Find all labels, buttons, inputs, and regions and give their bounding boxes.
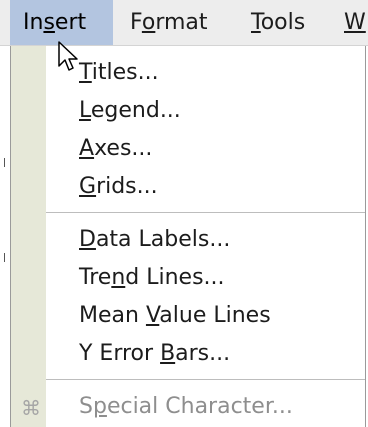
menu-insert-label-post: ert [54, 10, 87, 35]
menu-item-label-post: itles... [91, 60, 159, 85]
menu-format[interactable]: Format [130, 0, 208, 45]
menu-item-accelerator: p [92, 394, 107, 419]
menu-format-accelerator: o [141, 10, 156, 35]
stray-tick [4, 158, 5, 167]
menubar: Insert Format Tools W [0, 0, 368, 46]
menu-tools-accelerator: T [251, 10, 261, 35]
menu-item-label-post: ecial Character... [106, 394, 293, 419]
menu-icon-gutter [11, 46, 46, 427]
menu-insert-label-pre: In [23, 10, 44, 35]
menu-item-data-labels[interactable]: Data Labels... [46, 222, 365, 258]
menu-item-trend-lines[interactable]: Trend Lines... [46, 260, 365, 296]
menu-item-label-pre: Mean [79, 303, 146, 328]
menu-item-accelerator: A [79, 136, 95, 161]
stray-tick [4, 253, 5, 262]
menu-window[interactable]: W [344, 0, 366, 45]
menu-format-label-pre: F [130, 10, 142, 35]
menu-item-label-post: rids... [96, 174, 158, 199]
menu-item-legend[interactable]: Legend... [46, 93, 365, 129]
menu-item-label-post: egend... [90, 98, 181, 123]
menu-tools-label-post: ools [260, 10, 306, 35]
menu-item-accelerator: n [111, 265, 126, 290]
menu-item-label-post: ars... [175, 341, 231, 366]
menu-item-accelerator: T [79, 60, 92, 85]
menu-item-titles[interactable]: Titles... [46, 55, 365, 91]
menu-separator [46, 212, 365, 213]
menu-separator [46, 379, 365, 380]
menu-item-label-post: xes... [94, 136, 153, 161]
menu-item-accelerator: G [79, 174, 97, 199]
command-key-icon: ⌘ [21, 396, 41, 420]
menu-tools[interactable]: Tools [251, 0, 305, 45]
menu-item-y-error-bars[interactable]: Y Error Bars... [46, 336, 365, 372]
menu-item-accelerator: V [145, 303, 160, 328]
menu-item-label-post: alue Lines [159, 303, 271, 328]
insert-dropdown-menu: Titles... Legend... Axes... Grids... Dat… [10, 46, 366, 427]
menu-insert-accelerator: s [43, 10, 55, 35]
menu-item-label-pre: S [79, 394, 93, 419]
menu-format-label-post: rmat [155, 10, 208, 35]
menu-item-label-post: d Lines... [125, 265, 225, 290]
menu-item-special-character: Special Character... [46, 389, 365, 425]
menu-item-grids[interactable]: Grids... [46, 169, 365, 205]
background-edge [0, 46, 10, 427]
menu-item-accelerator: L [79, 98, 91, 123]
menu-item-label-pre: Y Error [79, 341, 161, 366]
menu-item-label-pre: Tre [79, 265, 112, 290]
menu-item-label-post: ata Labels... [95, 227, 231, 252]
menu-insert[interactable]: Insert [10, 0, 113, 45]
menu-item-accelerator: B [160, 341, 176, 366]
menu-window-accelerator: W [344, 10, 366, 35]
menu-item-accelerator: D [79, 227, 96, 252]
mouse-pointer-icon [58, 41, 78, 71]
menu-item-mean-value-lines[interactable]: Mean Value Lines [46, 298, 365, 334]
menu-item-axes[interactable]: Axes... [46, 131, 365, 167]
